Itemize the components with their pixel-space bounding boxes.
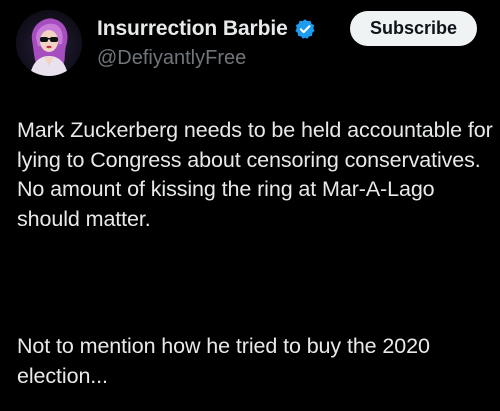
verified-badge-icon[interactable] [294,18,316,40]
tweet-text-paragraph: Not to mention how he tried to buy the 2… [17,334,430,388]
tweet-text-paragraph: Mark Zuckerberg needs to be held account… [17,118,493,231]
subscribe-button[interactable]: Subscribe [350,11,477,46]
author-display-name[interactable]: Insurrection Barbie [97,17,288,41]
avatar[interactable] [16,10,82,76]
author-name-row[interactable]: Insurrection Barbie [97,16,316,42]
tweet-card: Insurrection Barbie @DefiyantlyFree Subs… [0,0,500,411]
avatar-image [16,10,82,76]
author-handle[interactable]: @DefiyantlyFree [97,47,246,70]
